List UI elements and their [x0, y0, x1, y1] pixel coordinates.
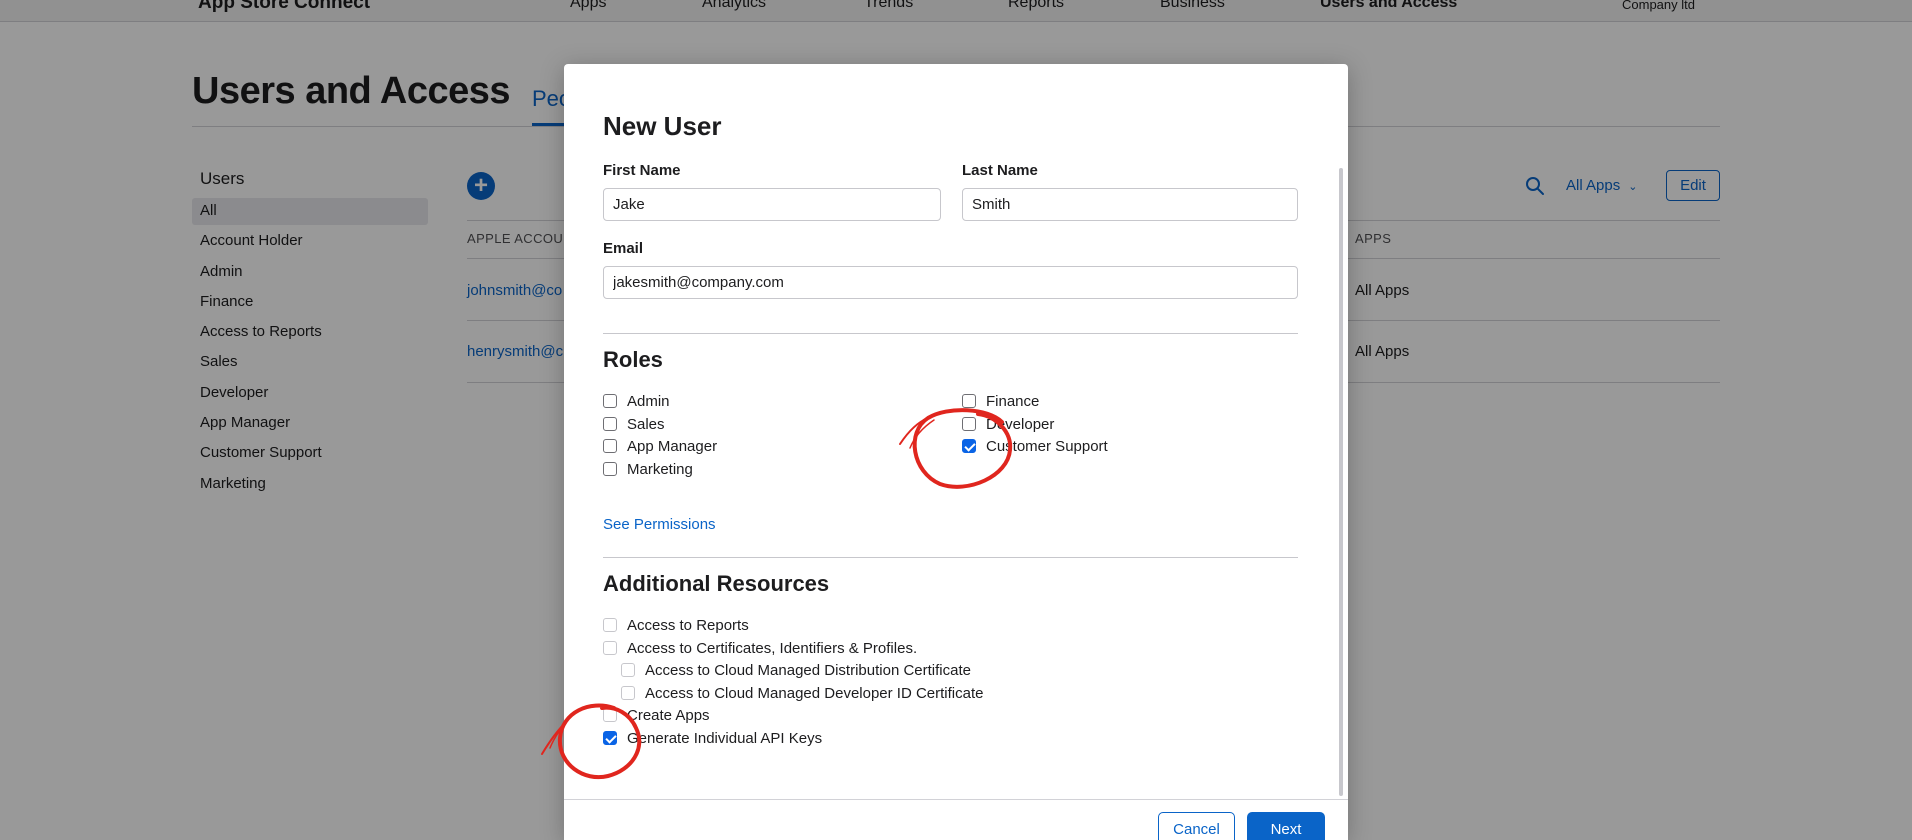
role-finance[interactable]: Finance	[962, 391, 1039, 411]
next-button[interactable]: Next	[1247, 812, 1325, 840]
checkbox[interactable]	[603, 641, 617, 655]
last-name-label: Last Name	[962, 162, 1038, 179]
role-label: Customer Support	[986, 437, 1108, 455]
role-label: Developer	[986, 415, 1055, 433]
cancel-button[interactable]: Cancel	[1158, 812, 1235, 840]
checkbox[interactable]	[603, 417, 617, 431]
resource-label: Access to Certificates, Identifiers & Pr…	[627, 639, 918, 657]
see-permissions-link[interactable]: See Permissions	[603, 516, 716, 533]
role-label: Finance	[986, 392, 1040, 410]
email-label: Email	[603, 240, 644, 257]
checkbox-checked[interactable]	[962, 439, 976, 453]
resource-generate-api-keys[interactable]: Generate Individual API Keys	[603, 728, 822, 748]
resource-label: Access to Reports	[627, 616, 749, 634]
role-label: Admin	[627, 392, 670, 410]
resource-access-to-reports[interactable]: Access to Reports	[603, 615, 749, 635]
checkbox[interactable]	[603, 462, 617, 476]
email-field[interactable]	[603, 266, 1298, 299]
checkbox[interactable]	[603, 394, 617, 408]
checkbox[interactable]	[603, 708, 617, 722]
role-admin[interactable]: Admin	[603, 391, 670, 411]
resource-label: Create Apps	[627, 706, 710, 724]
resource-cloud-developer-id-certificate[interactable]: Access to Cloud Managed Developer ID Cer…	[621, 683, 984, 703]
role-customer-support[interactable]: Customer Support	[962, 436, 1108, 456]
checkbox[interactable]	[962, 417, 976, 431]
checkbox[interactable]	[603, 618, 617, 632]
dialog-title: New User	[603, 111, 722, 141]
checkbox[interactable]	[621, 663, 635, 677]
section-divider	[603, 557, 1298, 558]
roles-heading: Roles	[603, 347, 663, 372]
resource-access-to-certificates[interactable]: Access to Certificates, Identifiers & Pr…	[603, 638, 917, 658]
section-divider	[603, 333, 1298, 334]
last-name-field[interactable]	[962, 188, 1298, 221]
resource-label: Access to Cloud Managed Developer ID Cer…	[645, 684, 984, 702]
role-label: App Manager	[627, 437, 718, 455]
role-app-manager[interactable]: App Manager	[603, 436, 717, 456]
resource-label: Generate Individual API Keys	[627, 729, 823, 747]
resource-label: Access to Cloud Managed Distribution Cer…	[645, 661, 971, 679]
first-name-label: First Name	[603, 162, 681, 179]
role-label: Marketing	[627, 460, 693, 478]
checkbox-checked[interactable]	[603, 731, 617, 745]
resource-create-apps[interactable]: Create Apps	[603, 705, 710, 725]
dialog-footer-divider	[564, 799, 1348, 800]
dialog-scrollbar[interactable]	[1339, 168, 1343, 796]
checkbox[interactable]	[621, 686, 635, 700]
new-user-dialog: New User First Name Last Name Email Role…	[564, 64, 1348, 840]
role-developer[interactable]: Developer	[962, 414, 1054, 434]
first-name-field[interactable]	[603, 188, 941, 221]
resource-cloud-distribution-certificate[interactable]: Access to Cloud Managed Distribution Cer…	[621, 660, 971, 680]
role-label: Sales	[627, 415, 665, 433]
role-sales[interactable]: Sales	[603, 414, 665, 434]
additional-resources-heading: Additional Resources	[603, 571, 830, 596]
checkbox[interactable]	[962, 394, 976, 408]
checkbox[interactable]	[603, 439, 617, 453]
role-marketing[interactable]: Marketing	[603, 459, 693, 479]
